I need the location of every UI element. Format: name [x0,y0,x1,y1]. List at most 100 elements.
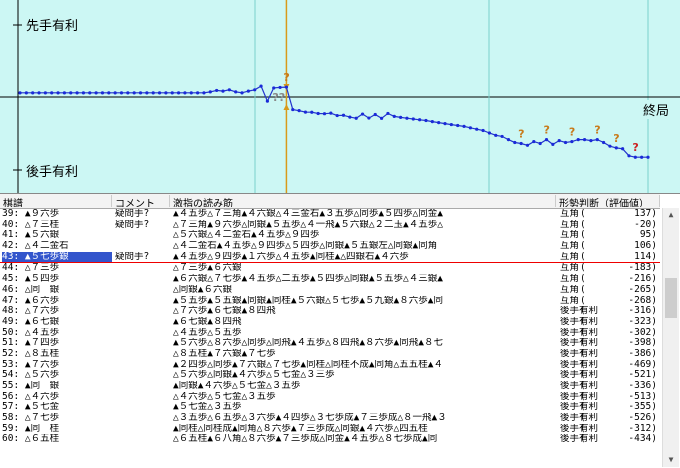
data-point [227,88,231,92]
cell-value-paren: ( [580,251,586,262]
data-point [62,91,67,95]
evaluation-graph[interactable]: ????????? 先手有利 後手有利 終局 [0,0,680,194]
table-row[interactable]: 44: △７三歩 △７三歩▲６六銀 互角 -183)( [0,263,660,274]
data-point [462,124,466,128]
data-point [576,137,580,142]
cell-move: 54: △５六歩 [2,370,60,381]
cell-reading-line: ▲６七銀▲８四飛 [173,316,242,327]
data-point [386,111,390,116]
table-row[interactable]: 54: △５六歩 △５六歩△同銀▲４六歩△５七金△３三歩 後手有利 -521)( [0,370,660,381]
data-point [278,85,282,90]
cell-reading-line: △同銀▲６六銀 [173,284,232,295]
header-comment[interactable]: コメント [112,195,170,207]
table-row[interactable]: 51: ▲７四歩 ▲５六歩△８六歩△同歩△同飛▲４五歩△８四飛▲８六歩▲同飛▲８七… [0,338,660,349]
data-point [614,146,618,150]
kifu-analysis-table[interactable]: 棋譜 コメント 激指の読み筋 形勢判断（評価値） 39: ▲９六歩 疑問手? ▲４五… [0,193,680,468]
scroll-thumb[interactable] [665,278,677,318]
data-point [640,155,644,159]
table-row[interactable]: 49: ▲６七銀 ▲６七銀▲８四飛 後手有利 -323)( [0,317,660,328]
cell-value: -526) [628,413,657,424]
data-point [183,91,187,95]
data-point [24,91,28,95]
data-point [608,144,612,148]
cell-move: 55: ▲同 銀 [2,381,60,391]
scroll-up-icon[interactable]: ▲ [663,208,679,222]
table-row[interactable]: 50: △４五歩 △４五歩△５五歩 後手有利 -302)( [0,328,660,339]
data-point [284,85,289,89]
cell-value-paren: ( [580,241,586,252]
cell-move: 45: ▲５四歩 [2,274,60,285]
table-row[interactable]: 39: ▲９六歩 疑問手? ▲４五歩△７三角▲４六銀△４三金右▲３五歩△同歩▲５四歩… [0,209,660,220]
table-row[interactable]: 46: △同 銀 △同銀▲６六銀 互角 -265)( [0,285,660,296]
table-row[interactable]: 43: ▲５七歩銀 疑問手? ▲４五歩△９四歩▲１六歩△４五歩▲同桂▲△四銀右▲４六… [0,251,660,264]
table-row[interactable]: 40: △７三桂 疑問手? △７三角▲９六歩△同銀▲５五歩△４一飛▲５六銀△２二玉▲… [0,220,660,231]
scroll-down-icon[interactable]: ▼ [663,453,679,467]
cell-value: -316) [628,306,657,317]
data-point [189,91,193,95]
data-point [196,91,200,95]
data-point [107,91,111,95]
cell-value-paren: ( [580,423,586,434]
cell-reading-line: ▲６六銀△７七歩▲４五歩△二五歩▲５四歩△同銀▲５五歩△４三銀▲ [173,274,443,285]
cell-value: -216) [628,274,657,285]
table-row[interactable]: 57: ▲５七金 ▲５七金△３五歩 後手有利 -355)( [0,402,660,413]
table-row[interactable]: 42: △４二金右 △４二金右▲４五歩△９四歩△５四歩△同銀▲５五銀左△同銀▲同角… [0,241,660,252]
table-row[interactable]: 48: △７六歩 △７六歩▲６七銀▲８四飛 後手有利 -316)( [0,306,660,317]
cell-value-paren: ( [580,230,586,241]
data-point [100,91,105,95]
cell-move: 42: △４二金右 [2,241,69,252]
header-kifu[interactable]: 棋譜 [0,195,112,207]
header-evaluation[interactable]: 形勢判断（評価値） [556,195,660,207]
cell-reading-line: △５六銀△４二金右▲４五歩△９四歩 [173,230,320,241]
data-point [341,113,346,117]
cell-value: 106) [634,241,657,252]
data-point [595,137,599,142]
data-point [481,128,485,133]
data-point [322,112,327,116]
data-point [513,140,517,145]
data-point [551,142,555,146]
table-row[interactable]: 60: △６五桂 △６五桂▲６八角△８六歩▲７三歩成△同金▲４五歩△８七歩成▲同後… [0,434,660,445]
table-row[interactable]: 52: △８五桂 △８五桂▲７六銀▲７七歩 後手有利 -386)( [0,349,660,360]
table-row[interactable]: 45: ▲５四歩 ▲６六銀△７七歩▲４五歩△二五歩▲５四歩△同銀▲５五歩△４三銀▲… [0,274,660,285]
table-row[interactable]: 41: ▲５六銀 △５六銀△４二金右▲４五歩△９四歩 互角 95)( [0,230,660,241]
table-row[interactable]: 53: ▲７六歩 ▲２四歩△同歩▲７六銀△７七歩▲同桂△同桂不成▲同角△五五桂▲４… [0,360,660,371]
graph-canvas[interactable]: ????????? [0,0,680,193]
data-point [456,123,460,128]
data-point [449,122,453,127]
data-point [202,91,206,95]
table-row[interactable]: 55: ▲同 銀 ▲同銀▲４六歩△５七金△３五歩 後手有利 -336)( [0,381,660,392]
table-row[interactable]: 47: ▲６六歩 ▲５五歩▲５五銀▲同銀▲同桂▲５六銀△５七歩▲５九銀▲８六歩▲同… [0,296,660,307]
cell-move: 56: △４六歩 [2,391,60,402]
data-point [259,84,263,88]
cell-reading-line: ▲４五歩△９四歩▲１六歩△４五歩▲同桂▲△四銀右▲４六歩 [173,251,409,262]
cell-comment: 疑問手? [115,251,150,262]
data-point [582,137,587,142]
data-point [633,155,637,159]
cell-comment: 疑問手? [115,209,150,219]
question-mark-annotations: ????????? [272,71,638,154]
cell-value-paren: ( [580,274,586,285]
table-row[interactable]: 56: △４六歩 △４六歩△５七金△３五歩 後手有利 -513)( [0,392,660,403]
data-point [379,116,384,120]
data-point [627,154,631,158]
data-point [240,91,244,95]
cell-move: 41: ▲５六銀 [2,230,60,241]
question-mark-label: ?? [272,91,285,104]
table-row[interactable]: 59: ▲同 桂 ▲同桂△同桂成▲同角△８六歩▲７三歩成△同銀▲４六歩△四五桂 後手… [0,424,660,435]
header-reading-line[interactable]: 激指の読み筋 [170,195,556,207]
cell-value-paren: ( [580,306,586,317]
vertical-scrollbar[interactable]: ▲ ▼ [662,208,679,467]
table-body[interactable]: 39: ▲９六歩 疑問手? ▲４五歩△７三角▲４六銀△４三金右▲３五歩△同歩▲５四歩… [0,209,660,468]
data-point [367,116,371,120]
cell-value-paren: ( [580,359,586,370]
question-mark-label: ? [283,71,289,84]
data-point [348,115,352,119]
cell-move: 39: ▲９六歩 [2,209,60,219]
table-row[interactable]: 58: △７七歩 △３五歩△６五歩△３六歩▲４四歩△３七歩成▲７三歩成△８一飛▲３… [0,413,660,424]
data-point [437,121,441,125]
data-point [373,112,377,117]
data-point [544,137,549,142]
cell-value-paren: ( [580,295,586,306]
question-mark-label: ? [544,124,550,137]
